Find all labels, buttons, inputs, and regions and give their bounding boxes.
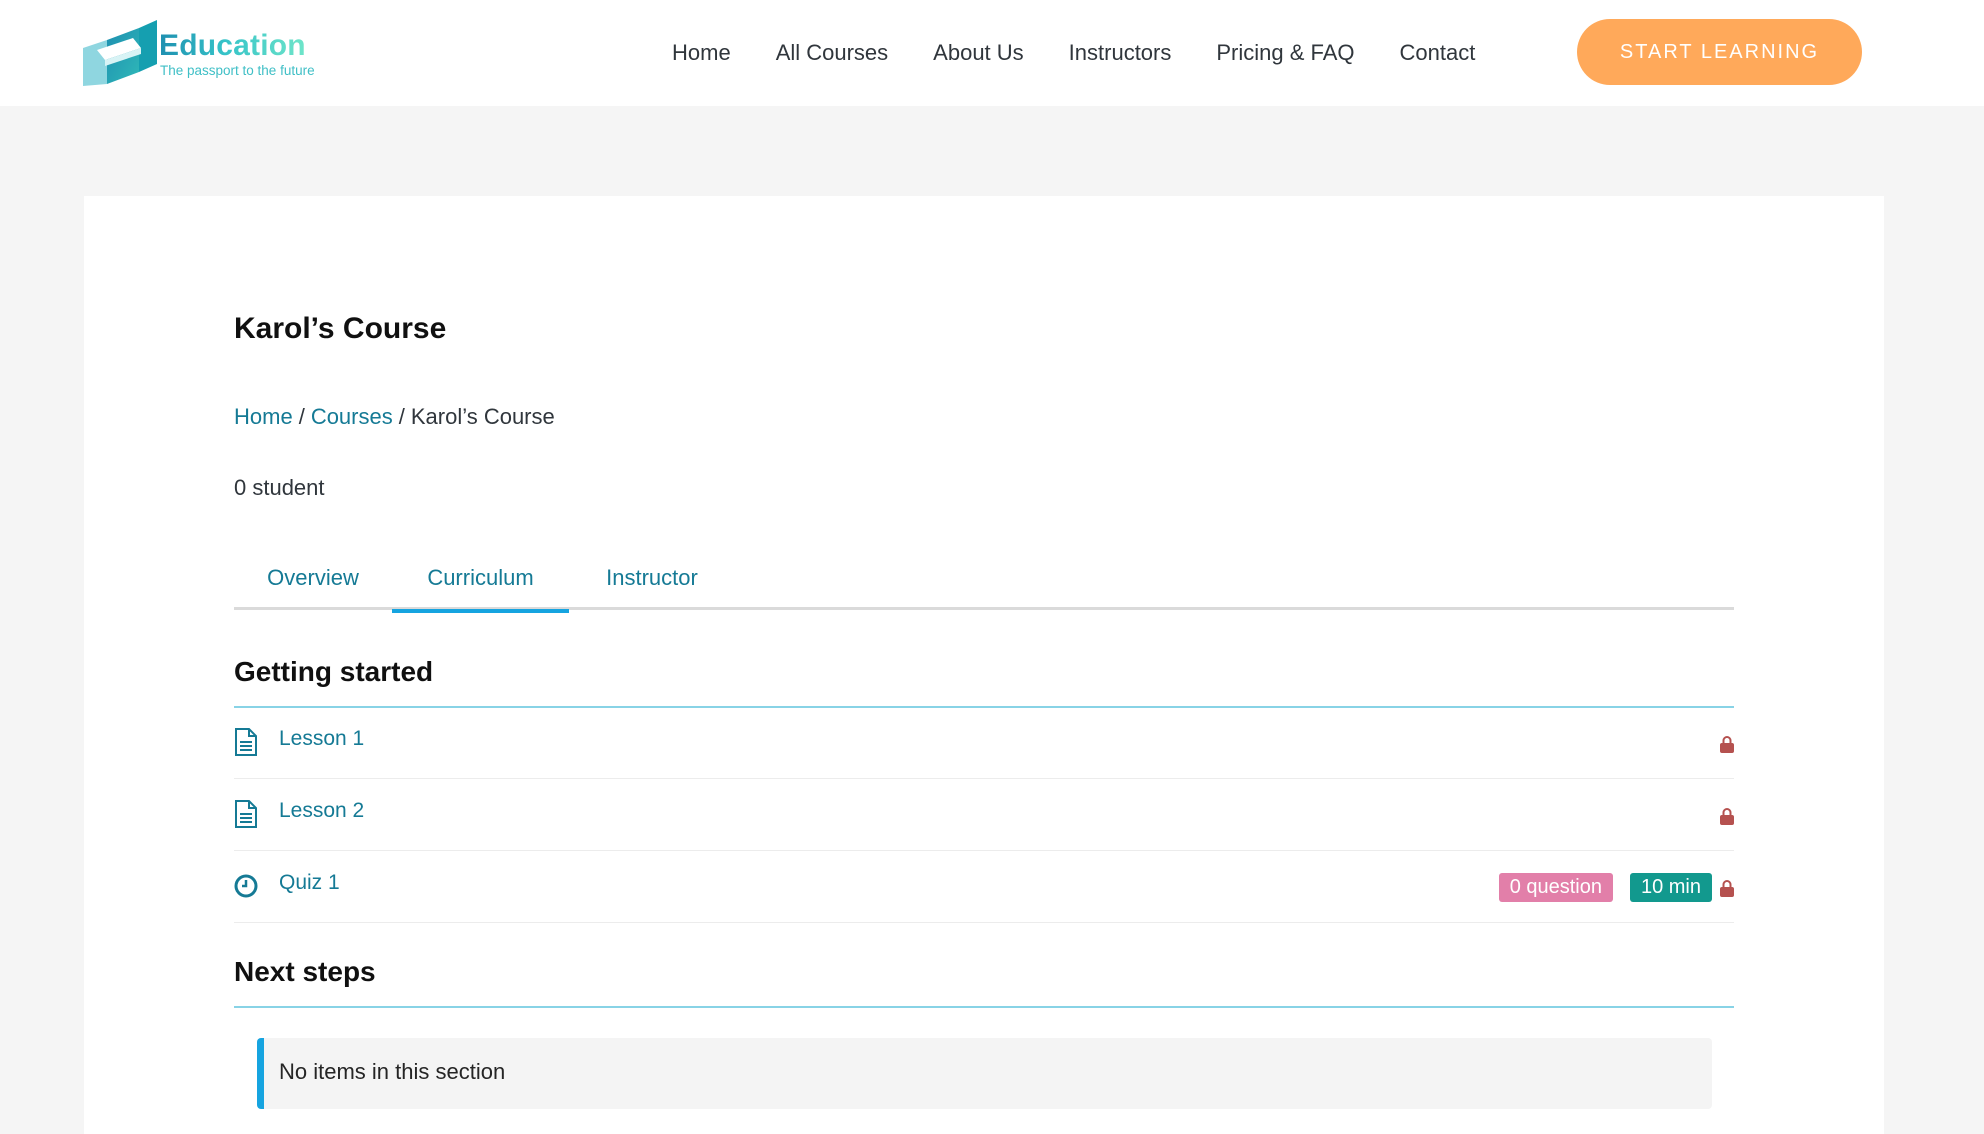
curriculum-item-lesson-2[interactable]: Lesson 2: [234, 780, 1734, 851]
nav-all-courses[interactable]: All Courses: [776, 40, 888, 66]
tab-overview[interactable]: Overview: [234, 546, 392, 610]
nav-instructors[interactable]: Instructors: [1069, 40, 1172, 66]
empty-section-notice: No items in this section: [257, 1038, 1712, 1109]
breadcrumb-courses-link[interactable]: Courses: [311, 404, 393, 429]
empty-section-message: No items in this section: [279, 1059, 506, 1084]
quiz-link[interactable]: Quiz 1: [279, 871, 340, 895]
nav-pricing-faq[interactable]: Pricing & FAQ: [1216, 40, 1354, 66]
tab-instructor[interactable]: Instructor: [569, 546, 735, 610]
site-logo[interactable]: Education The passport to the future: [83, 18, 343, 86]
start-learning-button[interactable]: START LEARNING: [1577, 19, 1862, 85]
brand-title: Education: [159, 29, 306, 62]
section-divider: [234, 1006, 1734, 1008]
breadcrumb-current: Karol’s Course: [410, 404, 555, 429]
section-title-next-steps: Next steps: [234, 956, 376, 987]
curriculum-item-lesson-1[interactable]: Lesson 1: [234, 708, 1734, 779]
lock-icon: [1720, 808, 1734, 825]
lock-icon: [1720, 736, 1734, 753]
breadcrumb-separator: /: [398, 404, 405, 429]
tab-curriculum[interactable]: Curriculum: [392, 546, 569, 613]
clock-icon: [234, 874, 258, 898]
question-count-badge: 0 question: [1498, 873, 1613, 902]
breadcrumb-home-link[interactable]: Home: [234, 404, 293, 429]
page-title: Karol’s Course: [234, 312, 447, 345]
main-nav: Home All Courses About Us Instructors Pr…: [672, 0, 1475, 106]
breadcrumb-separator: /: [298, 404, 305, 429]
nav-contact[interactable]: Contact: [1400, 40, 1476, 66]
logo-mark-icon: [83, 20, 157, 86]
student-count: 0 student: [234, 475, 325, 500]
lesson-link[interactable]: Lesson 2: [279, 799, 364, 823]
nav-home[interactable]: Home: [672, 40, 731, 66]
section-title-getting-started: Getting started: [234, 656, 434, 687]
document-icon: [235, 728, 257, 756]
site-header: Education The passport to the future Hom…: [0, 0, 1984, 106]
lock-icon: [1720, 880, 1734, 897]
duration-badge: 10 min: [1629, 873, 1712, 902]
brand-tagline: The passport to the future: [160, 63, 315, 78]
nav-about-us[interactable]: About Us: [933, 40, 1024, 66]
document-icon: [235, 800, 257, 828]
course-card: Karol’s Course Home / Courses / Karol’s Cour…: [84, 196, 1884, 1134]
course-tabs: Overview Curriculum Instructor: [234, 546, 1734, 613]
curriculum-item-quiz-1[interactable]: Quiz 1 0 question 10 min: [234, 852, 1734, 923]
lesson-link[interactable]: Lesson 1: [279, 727, 364, 751]
breadcrumb: Home / Courses / Karol’s Course: [234, 404, 555, 430]
